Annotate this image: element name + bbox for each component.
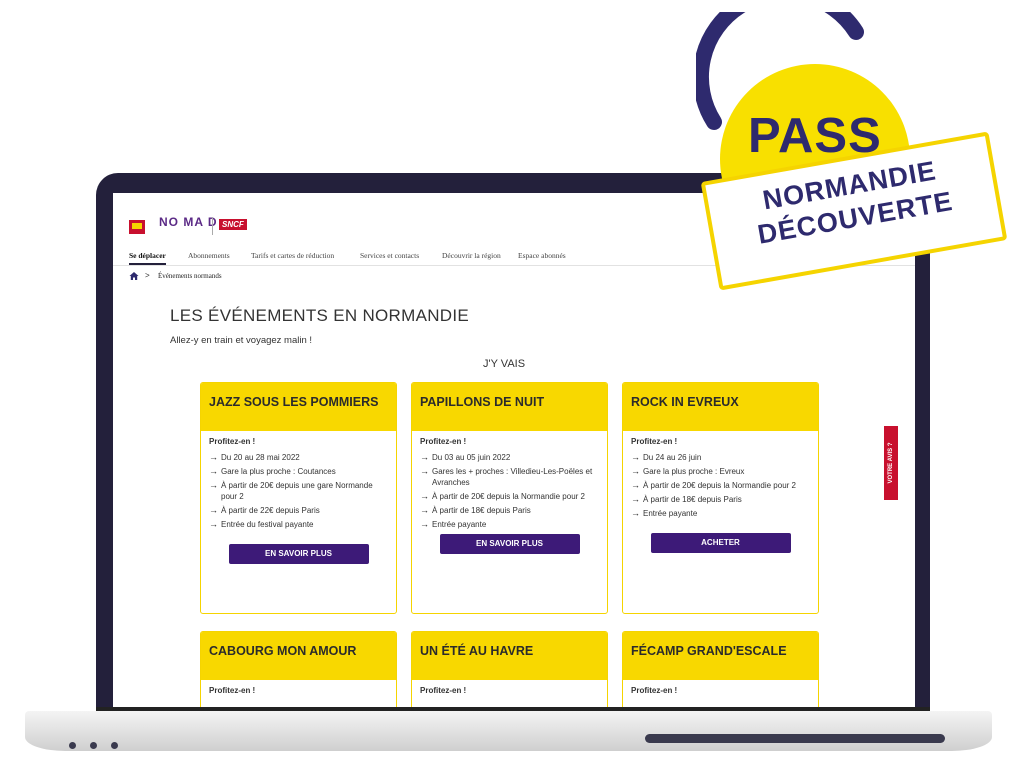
arrow-right-icon: →: [631, 466, 640, 476]
arrow-right-icon: →: [420, 452, 429, 462]
arrow-right-icon: →: [631, 508, 640, 518]
arrow-right-icon: →: [631, 480, 640, 490]
card-bullet: → À partir de 18€ depuis Paris: [631, 494, 742, 504]
nomad-logo[interactable]: NO MA D: [159, 215, 218, 229]
arrow-right-icon: →: [209, 505, 218, 515]
arrow-right-icon: →: [420, 491, 429, 501]
card-bullet: → À partir de 18€ depuis Paris: [420, 505, 531, 515]
card-bullet: → Entrée payante: [631, 508, 698, 518]
arrow-right-icon: →: [209, 519, 218, 529]
nav-item-services[interactable]: Services et contacts: [360, 251, 419, 260]
region-logo[interactable]: [129, 220, 145, 234]
card-kicker: Profitez-en !: [209, 686, 256, 695]
arrow-right-icon: →: [209, 466, 218, 476]
card-bullet: → Du 20 au 28 mai 2022: [209, 452, 300, 462]
arrow-right-icon: →: [209, 452, 218, 462]
card-kicker: Profitez-en !: [631, 437, 678, 446]
card-bullet: → Gares les + proches : Villedieu-Les-Poë…: [420, 466, 593, 487]
card-bullet: → À partir de 20€ depuis une gare Normand…: [209, 480, 373, 501]
arrow-right-icon: →: [420, 505, 429, 515]
breadcrumb-separator: >: [145, 271, 150, 280]
arrow-right-icon: →: [209, 480, 218, 490]
laptop-dots: [69, 736, 132, 754]
card-bullet: → Entrée payante: [420, 519, 487, 529]
event-card: JAZZ SOUS LES POMMIERS Profitez-en ! → Du…: [200, 382, 397, 614]
home-icon[interactable]: [129, 271, 139, 281]
nav-item-tarifs[interactable]: Tarifs et cartes de réduction: [251, 251, 334, 260]
card-kicker: Profitez-en !: [420, 437, 467, 446]
en-savoir-plus-button[interactable]: EN SAVOIR PLUS: [439, 534, 580, 554]
breadcrumb-current: Événements normands: [158, 272, 222, 280]
logo-divider: [212, 217, 213, 235]
page-subtitle: Allez-y en train et voyagez malin !: [170, 335, 313, 346]
event-card: PAPILLONS DE NUIT Profitez-en ! → Du 03 a…: [411, 382, 608, 614]
card-kicker: Profitez-en !: [631, 686, 678, 695]
card-bullet: → À partir de 20€ depuis la Normandie pou…: [631, 480, 796, 490]
event-card: CABOURG MON AMOUR Profitez-en !: [200, 631, 397, 707]
card-bullet: → Du 24 au 26 juin: [631, 452, 702, 462]
card-kicker: Profitez-en !: [209, 437, 256, 446]
card-bullet: → À partir de 22€ depuis Paris: [209, 505, 320, 515]
sncf-logo[interactable]: SNCF: [219, 219, 247, 230]
card-title: CABOURG MON AMOUR: [201, 632, 396, 680]
card-bullet: → Du 03 au 05 juin 2022: [420, 452, 511, 462]
arrow-right-icon: →: [420, 466, 429, 476]
laptop-trackbar: [645, 734, 945, 743]
nav-item-abonnements[interactable]: Abonnements: [188, 251, 230, 260]
card-bullet: → Gare la plus proche : Evreux: [631, 466, 745, 476]
arrow-right-icon: →: [420, 519, 429, 529]
feedback-tab[interactable]: VOTRE AVIS ?: [884, 426, 898, 500]
nav-item-espace-abonnes[interactable]: Espace abonnés: [518, 251, 566, 260]
card-title: FÉCAMP GRAND'ESCALE: [623, 632, 818, 680]
section-title: J'Y VAIS: [483, 358, 526, 370]
card-bullet: → Entrée du festival payante: [209, 519, 314, 529]
page-title: LES ÉVÉNEMENTS EN NORMANDIE: [170, 306, 470, 325]
arrow-right-icon: →: [631, 452, 640, 462]
arrow-right-icon: →: [631, 494, 640, 504]
card-bullet: → À partir de 20€ depuis la Normandie pou…: [420, 491, 585, 501]
card-title: PAPILLONS DE NUIT: [412, 383, 607, 431]
event-card: FÉCAMP GRAND'ESCALE Profitez-en !: [622, 631, 819, 707]
event-card: ROCK IN EVREUX Profitez-en ! → Du 24 au 2…: [622, 382, 819, 614]
card-title: ROCK IN EVREUX: [623, 383, 818, 431]
card-kicker: Profitez-en !: [420, 686, 467, 695]
event-card: UN ÉTÉ AU HAVRE Profitez-en !: [411, 631, 608, 707]
acheter-button[interactable]: ACHETER: [650, 533, 791, 553]
card-bullet: → Gare la plus proche : Coutances: [209, 466, 336, 476]
en-savoir-plus-button[interactable]: EN SAVOIR PLUS: [228, 544, 369, 564]
card-title: UN ÉTÉ AU HAVRE: [412, 632, 607, 680]
nav-item-decouvrir[interactable]: Découvrir la région: [442, 251, 501, 260]
laptop-base: [25, 711, 992, 751]
card-title: JAZZ SOUS LES POMMIERS: [201, 383, 396, 431]
nav-item-se-deplacer[interactable]: Se déplacer: [129, 251, 166, 265]
